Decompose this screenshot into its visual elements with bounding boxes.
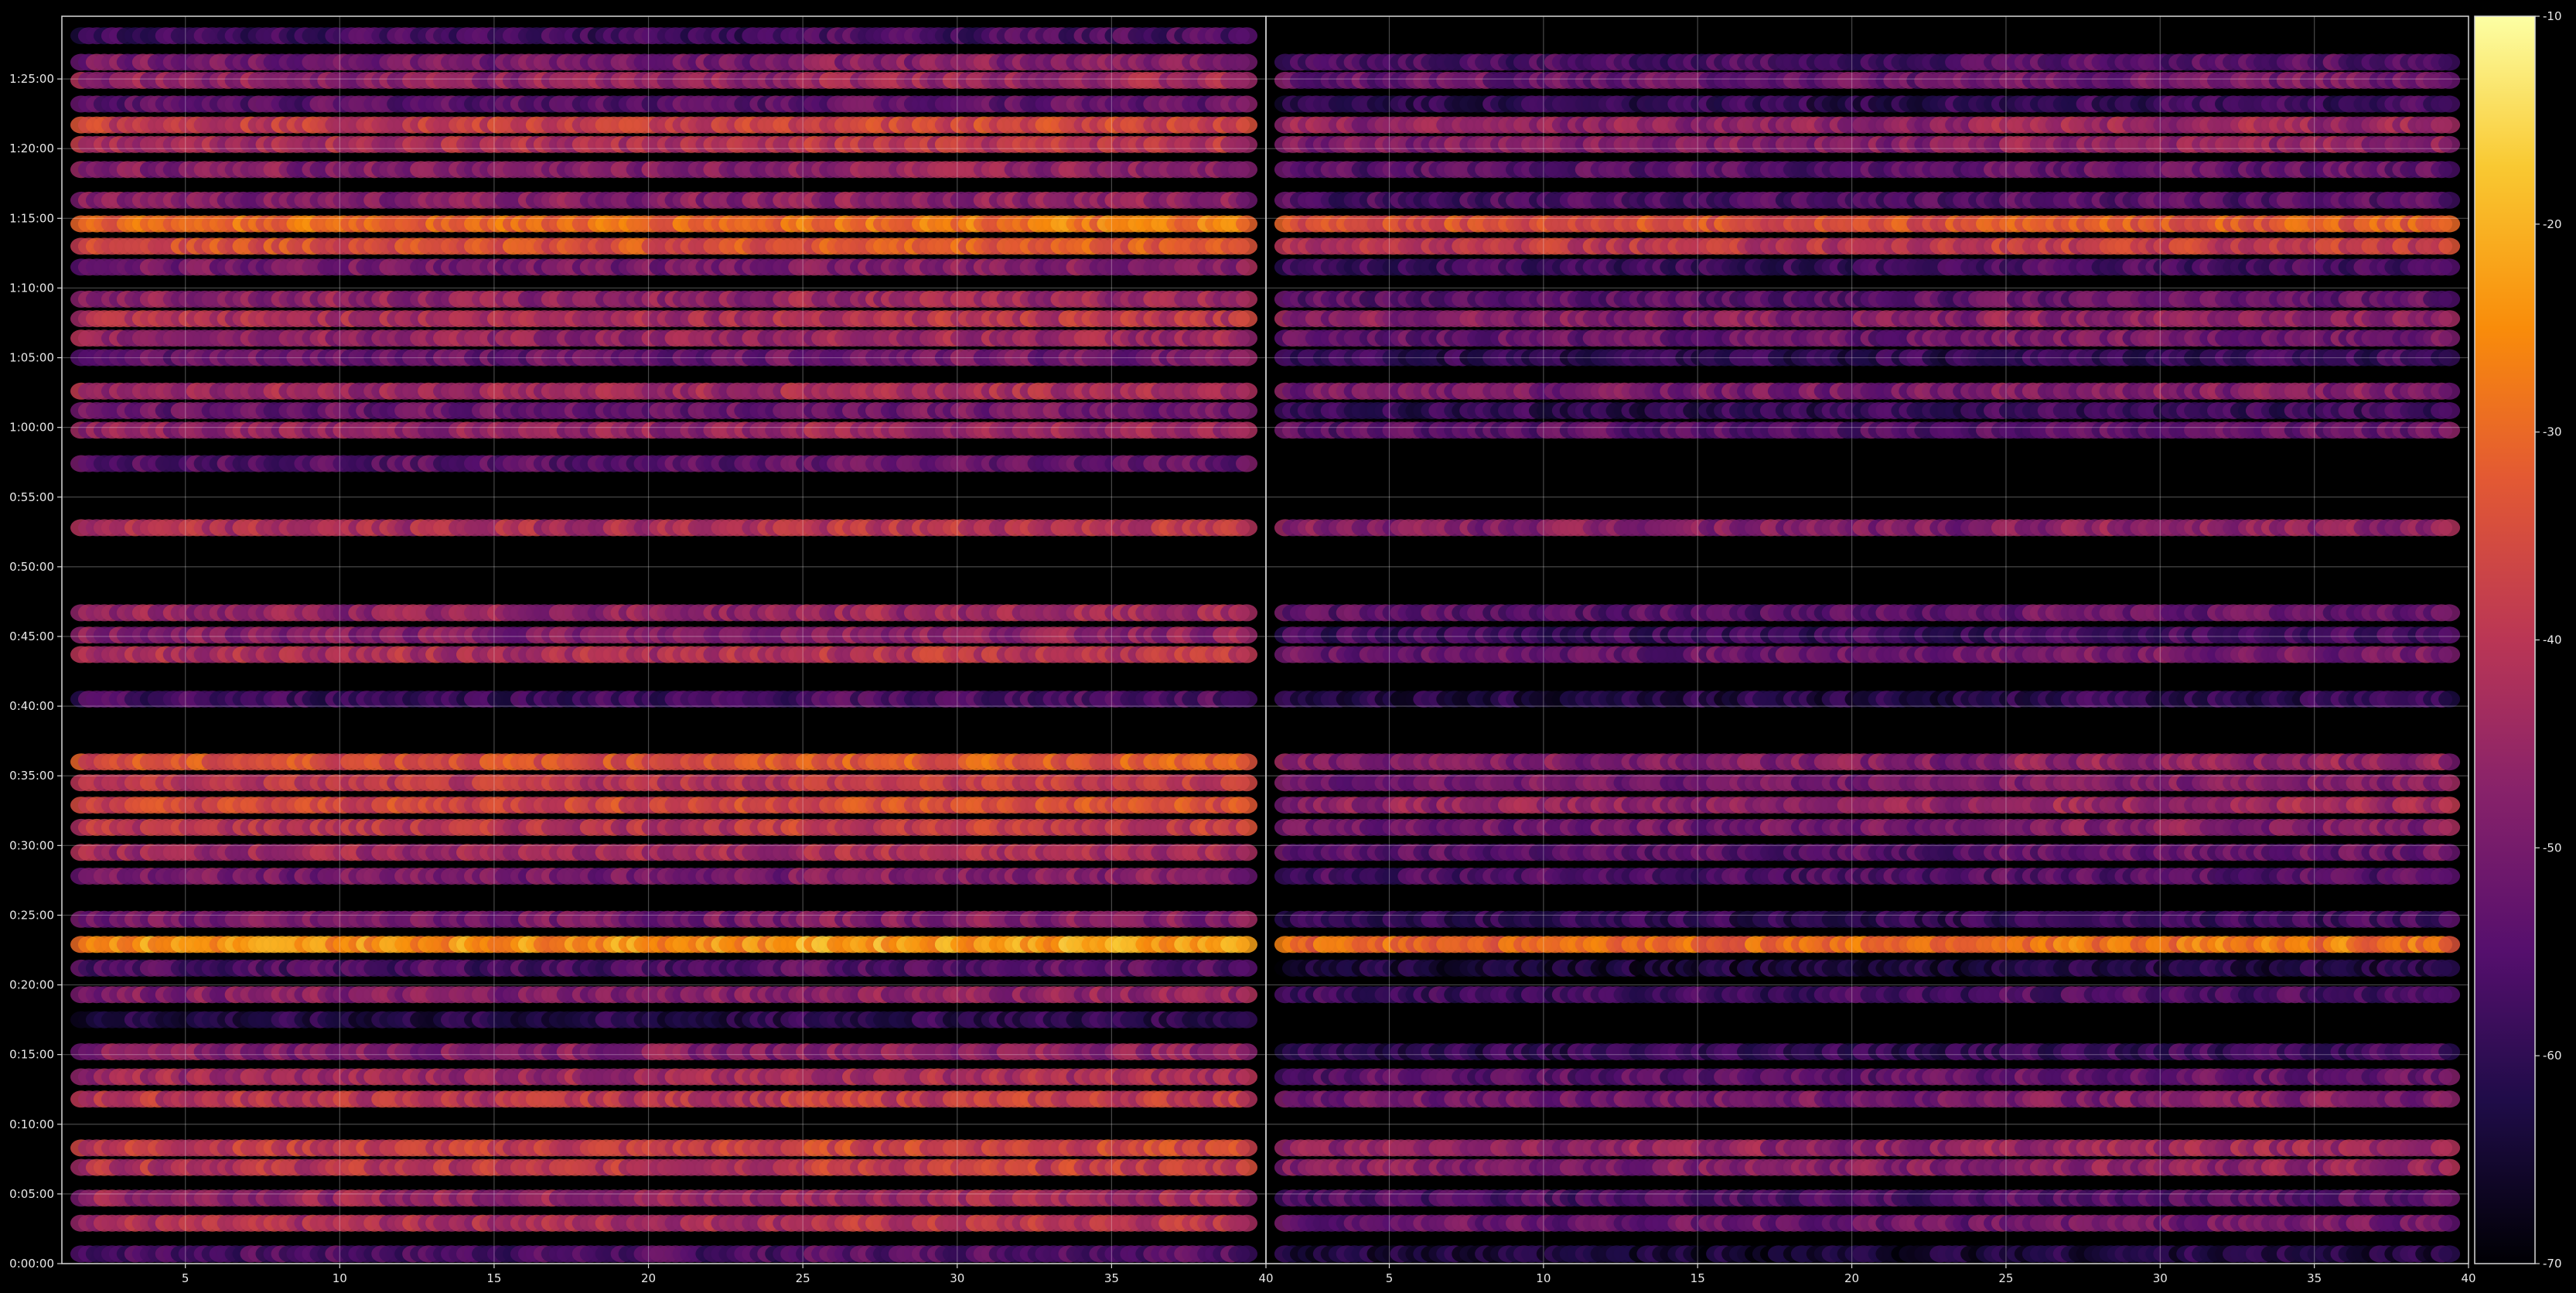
heatmap-marks: [70, 27, 2461, 1263]
heatmap-cell: [1236, 1090, 1257, 1108]
heatmap-cell: [1236, 868, 1257, 885]
heatmap-cell: [1236, 797, 1257, 814]
heatmap-cell: [1236, 1068, 1257, 1086]
heatmap-cell: [1236, 753, 1257, 771]
heatmap-cell: [1236, 402, 1257, 419]
heatmap-cell: [1236, 959, 1257, 977]
heatmap-cell: [1236, 455, 1257, 473]
heatmap-cell: [1236, 1158, 1257, 1176]
heatmap-cell: [1236, 1043, 1257, 1061]
heatmap-cell: [1236, 382, 1257, 400]
heatmap-cell: [1236, 910, 1257, 928]
heatmap-cell: [1236, 691, 1257, 708]
heatmap-cell: [1236, 1214, 1257, 1232]
heatmap-cell: [1236, 519, 1257, 537]
heatmap-cell: [1236, 1139, 1257, 1157]
heatmap-cell: [1236, 604, 1257, 622]
heatmap-cell: [1236, 646, 1257, 664]
spectrogram-chart: 0:00:000:05:000:10:000:15:000:20:000:25:…: [9, 9, 2561, 1285]
heatmap-cell: [1236, 936, 1257, 954]
heatmap-cell: [1236, 310, 1257, 328]
heatmap-cell: [1236, 290, 1257, 308]
heatmap-cell: [1236, 1011, 1257, 1029]
heatmap-cell: [1236, 986, 1257, 1004]
heatmap-cell: [1236, 1245, 1257, 1263]
heatmap-cell: [1236, 818, 1257, 836]
panel-1-cells: [70, 27, 1257, 1263]
heatmap-cell: [1236, 626, 1257, 644]
heatmap-cell: [1236, 1189, 1257, 1207]
heatmap-cell: [1236, 844, 1257, 861]
heatmap-cell: [1236, 421, 1257, 439]
heatmap-cell: [1236, 329, 1257, 347]
heatmap-cell: [1236, 774, 1257, 792]
